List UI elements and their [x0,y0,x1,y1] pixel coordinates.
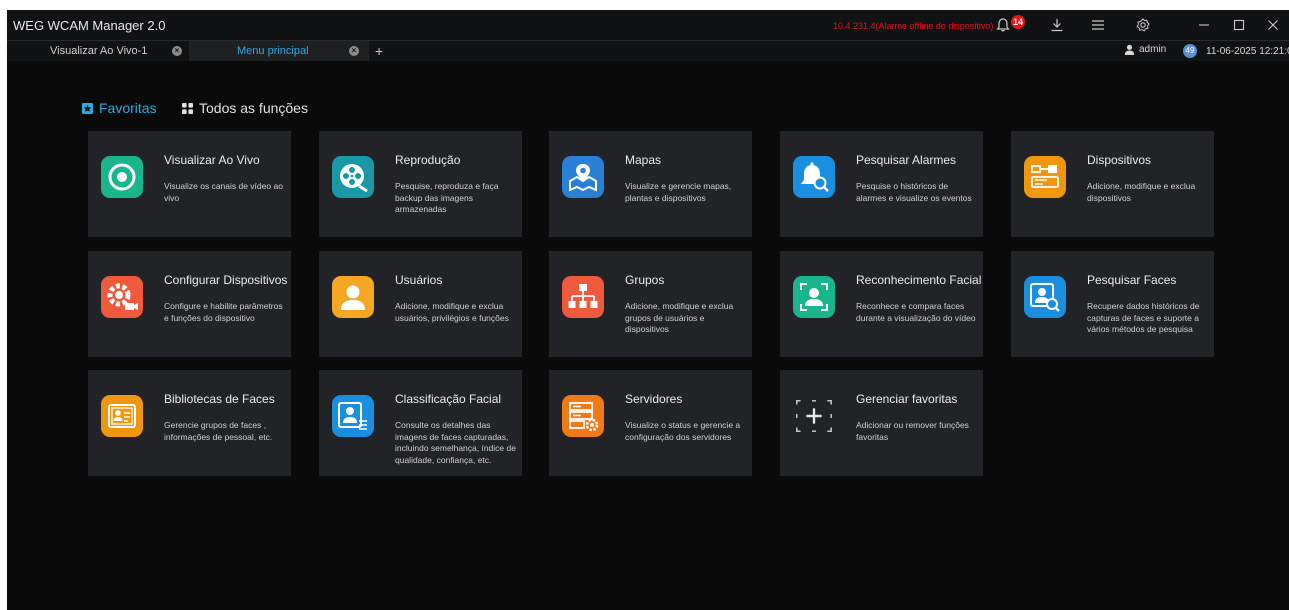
live-view-icon [101,156,143,198]
card-description: Adicionar ou remover funções favoritas [856,420,969,442]
card-gerenciar-favoritas[interactable]: Gerenciar favoritas Adicionar ou remover… [780,370,983,476]
tab-label: Menu principal [237,45,309,57]
card-classificacao-facial[interactable]: Classificação Facial Consulte os detalhe… [319,370,522,476]
alarm-search-icon [793,156,835,198]
card-title: Pesquisar Faces [1087,273,1177,287]
card-description: Adicione, modifique e exclua grupos de u… [625,301,734,334]
card-title: Reprodução [395,153,461,167]
card-description: Pesquise, reproduza e faça backup das im… [395,181,499,214]
grid-icon [182,102,193,114]
groups-icon [562,276,604,318]
bell-icon[interactable] [993,15,1013,35]
maximize-icon[interactable] [1229,15,1249,35]
card-title: Mapas [625,153,662,167]
star-icon [82,102,93,114]
tab-todos-as-funcoes[interactable]: Todos as funções [182,100,308,116]
card-description: Consulte os detalhes das imagens de face… [395,420,516,465]
card-pesquisar-faces[interactable]: Pesquisar Faces Recupere dados histórico… [1011,251,1214,357]
username: admin [1139,44,1167,55]
user-icon [1124,44,1135,55]
card-description: Visualize os canais de vídeo ao vivo [164,181,283,203]
card-description: Visualize e gerencie mapas, plantas e di… [625,181,732,203]
card-title: Servidores [625,392,683,406]
card-title: Bibliotecas de Faces [164,392,275,406]
card-title: Pesquisar Alarmes [856,153,957,167]
alarm-count-badge: 14 [1011,15,1025,29]
card-reconhecimento-facial[interactable]: Reconhecimento Facial Reconhece e compar… [780,251,983,357]
notification-badge[interactable]: 49 [1183,44,1197,58]
tab-bar: Visualizar Ao Vivo-1 × Menu principal × … [7,41,1289,61]
tab-menu-principal[interactable]: Menu principal × [189,41,369,61]
film-reel-icon [332,156,374,198]
card-title: Visualizar Ao Vivo [164,153,260,167]
new-tab-button[interactable]: + [375,43,383,59]
tab-close-icon[interactable]: × [172,46,182,56]
card-description: Visualize o status e gerencie a configur… [625,420,741,442]
card-description: Reconhece e compara faces durante a visu… [856,301,976,323]
add-favorite-icon [793,395,835,437]
download-icon[interactable] [1047,15,1067,35]
card-reproducao[interactable]: Reprodução Pesquise, reproduza e faça ba… [319,131,522,237]
face-recognition-icon [793,276,835,318]
device-config-icon [101,276,143,318]
card-mapas[interactable]: Mapas Visualize e gerencie mapas, planta… [549,131,752,237]
settings-icon[interactable] [1133,15,1153,35]
card-bibliotecas-de-faces[interactable]: Bibliotecas de Faces Gerencie grupos de … [88,370,291,476]
datetime-display: 11-06-2025 12:21:07 [1206,46,1289,57]
card-description: Configure e habilite parâmetros e funçõe… [164,301,283,323]
face-search-icon [1024,276,1066,318]
face-library-icon [101,395,143,437]
card-visualizar-ao-vivo[interactable]: Visualizar Ao Vivo Visualize os canais d… [88,131,291,237]
card-pesquisar-alarmes[interactable]: Pesquisar Alarmes Pesquise o históricos … [780,131,983,237]
tab-visualizar-ao-vivo[interactable]: Visualizar Ao Vivo-1 × [7,41,187,61]
face-classification-icon [332,395,374,437]
tab-favoritas-label: Favoritas [99,100,157,116]
card-description: Recupere dados históricos de capturas de… [1087,301,1200,334]
servers-icon [562,395,604,437]
card-configurar-dispositivos[interactable]: Configurar Dispositivos Configure e habi… [88,251,291,357]
card-description: Gerencie grupos de faces , informações d… [164,420,273,442]
devices-icon [1024,156,1066,198]
card-dispositivos[interactable]: Dispositivos Adicione, modifique e exclu… [1011,131,1214,237]
card-usuarios[interactable]: Usuários Adicione, modifique e exclua us… [319,251,522,357]
minimize-icon[interactable] [1194,15,1214,35]
user-menu[interactable]: admin [1124,44,1166,55]
card-description: Adicione, modifique e exclua usuários, p… [395,301,509,323]
card-description: Adicione, modifique e exclua dispositivo… [1087,181,1196,203]
card-grupos[interactable]: Grupos Adicione, modifique e exclua grup… [549,251,752,357]
card-title: Grupos [625,273,665,287]
card-title: Usuários [395,273,443,287]
map-icon [562,156,604,198]
card-description: Pesquise o históricos de alarmes e visua… [856,181,972,203]
app-window: WEG WCAM Manager 2.0 10.4.231.4(Alarme o… [7,10,1289,610]
card-title: Classificação Facial [395,392,502,406]
card-title: Dispositivos [1087,153,1152,167]
menu-icon[interactable] [1088,15,1108,35]
card-title: Gerenciar favoritas [856,392,958,406]
title-bar: WEG WCAM Manager 2.0 10.4.231.4(Alarme o… [7,10,1289,41]
app-title: WEG WCAM Manager 2.0 [13,18,166,33]
tab-favoritas[interactable]: Favoritas [82,100,157,116]
tab-todos-label: Todos as funções [199,100,308,116]
user-icon [332,276,374,318]
alarm-notification-text[interactable]: 10.4.231.4(Alarme offline do dispositivo… [833,21,993,31]
card-title: Reconhecimento Facial [856,273,982,287]
card-servidores[interactable]: Servidores Visualize o status e gerencie… [549,370,752,476]
close-icon[interactable] [1263,15,1283,35]
card-title: Configurar Dispositivos [164,273,288,287]
tab-label: Visualizar Ao Vivo-1 [50,45,148,57]
tab-close-icon[interactable]: × [349,46,359,56]
